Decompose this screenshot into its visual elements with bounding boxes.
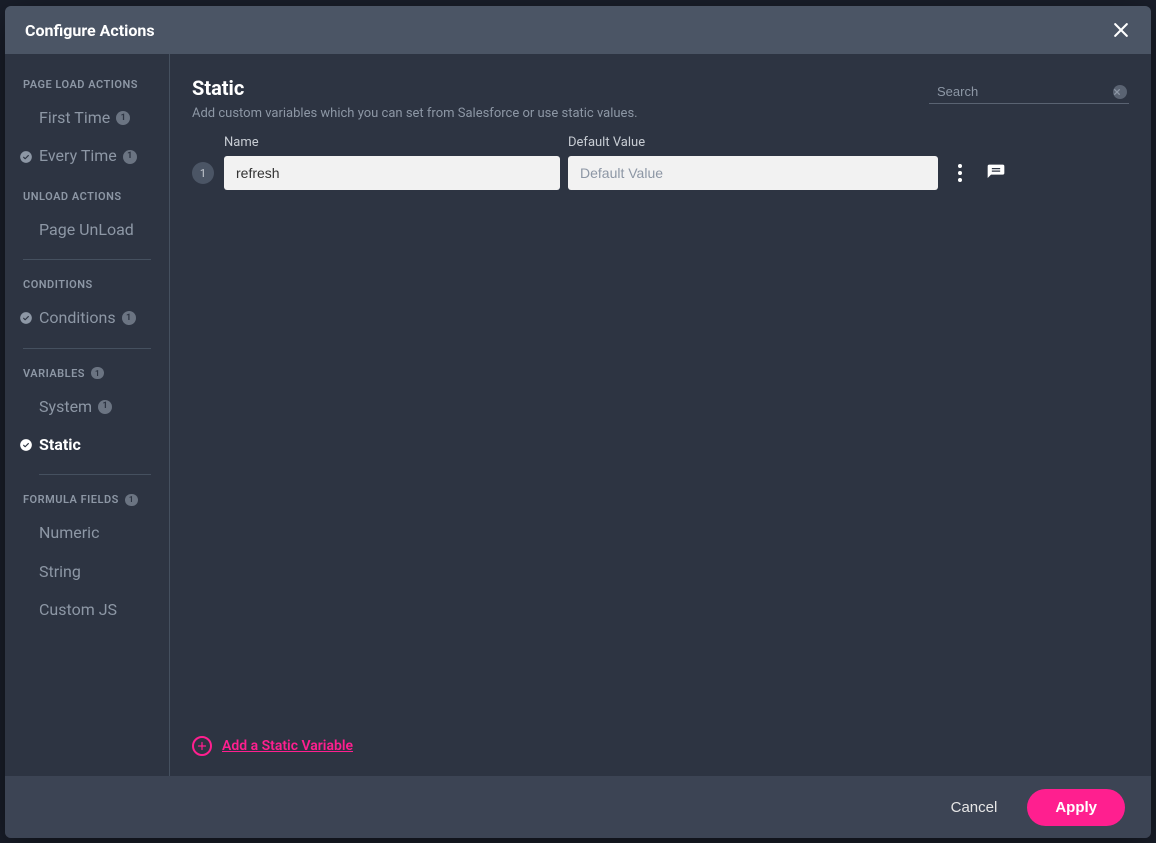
- column-header-name: Name: [224, 135, 560, 150]
- section-page-load-actions: PAGE LOAD ACTIONS: [5, 64, 169, 99]
- search-box[interactable]: [929, 80, 1129, 104]
- configure-actions-modal: Configure Actions PAGE LOAD ACTIONS Firs…: [5, 6, 1151, 838]
- count-badge: 1: [91, 367, 104, 379]
- add-variable-link[interactable]: Add a Static Variable: [222, 738, 353, 754]
- variable-row: 1: [192, 156, 1129, 190]
- count-badge: 1: [125, 494, 138, 506]
- sidebar-item-custom-js[interactable]: Custom JS: [5, 591, 169, 629]
- default-value-input[interactable]: [568, 156, 938, 190]
- section-conditions: CONDITIONS: [5, 264, 169, 299]
- count-badge: 1: [122, 311, 136, 325]
- add-variable-button[interactable]: [192, 736, 212, 756]
- count-badge: 1: [98, 400, 112, 414]
- comment-icon: [986, 163, 1006, 183]
- section-formula-fields: FORMULA FIELDS 1: [5, 479, 169, 514]
- sidebar-item-label: String: [39, 561, 81, 583]
- check-icon: [19, 311, 33, 325]
- modal-header: Configure Actions: [5, 6, 1151, 54]
- cancel-button[interactable]: Cancel: [951, 799, 998, 816]
- page-subtitle: Add custom variables which you can set f…: [192, 106, 638, 121]
- sidebar-item-page-unload[interactable]: Page UnLoad: [5, 211, 169, 249]
- close-icon: [1111, 20, 1131, 40]
- section-unload-actions: UNLOAD ACTIONS: [5, 176, 169, 211]
- row-number-badge: 1: [192, 162, 214, 184]
- close-button[interactable]: [1107, 16, 1135, 44]
- sidebar-item-label: Custom JS: [39, 599, 117, 621]
- sidebar-item-static[interactable]: Static: [5, 426, 169, 464]
- kebab-icon: [958, 164, 962, 168]
- sidebar-item-conditions[interactable]: Conditions 1: [5, 299, 169, 337]
- page-title: Static: [192, 76, 638, 100]
- sidebar-item-string[interactable]: String: [5, 553, 169, 591]
- count-badge: 1: [123, 150, 137, 164]
- search-clear-button[interactable]: [1113, 85, 1127, 99]
- sidebar-item-label: Static: [39, 434, 81, 456]
- main-panel: Static Add custom variables which you ca…: [170, 54, 1151, 776]
- sidebar-item-label: Page UnLoad: [39, 219, 134, 241]
- sidebar-item-label: Conditions: [39, 307, 116, 329]
- sidebar-item-label: System: [39, 396, 92, 418]
- name-input[interactable]: [224, 156, 560, 190]
- close-icon: [1113, 85, 1121, 99]
- plus-icon: [196, 740, 208, 752]
- check-icon: [19, 150, 33, 164]
- comment-button[interactable]: [986, 163, 1006, 183]
- sidebar-item-system[interactable]: System 1: [5, 388, 169, 426]
- sidebar-item-label: Numeric: [39, 522, 99, 544]
- sidebar: PAGE LOAD ACTIONS First Time 1 Every Tim…: [5, 54, 170, 776]
- sidebar-item-first-time[interactable]: First Time 1: [5, 99, 169, 137]
- sidebar-item-label: Every Time: [39, 145, 117, 167]
- modal-title: Configure Actions: [25, 21, 155, 40]
- sidebar-item-label: First Time: [39, 107, 110, 129]
- search-input[interactable]: [937, 84, 1113, 99]
- sidebar-item-every-time[interactable]: Every Time 1: [5, 137, 169, 175]
- sidebar-item-numeric[interactable]: Numeric: [5, 514, 169, 552]
- check-icon: [19, 438, 33, 452]
- apply-button[interactable]: Apply: [1027, 789, 1125, 826]
- count-badge: 1: [116, 111, 130, 125]
- section-variables: VARIABLES 1: [5, 353, 169, 388]
- more-options-button[interactable]: [954, 160, 966, 186]
- column-header-default-value: Default Value: [568, 135, 938, 150]
- modal-footer: Cancel Apply: [5, 776, 1151, 838]
